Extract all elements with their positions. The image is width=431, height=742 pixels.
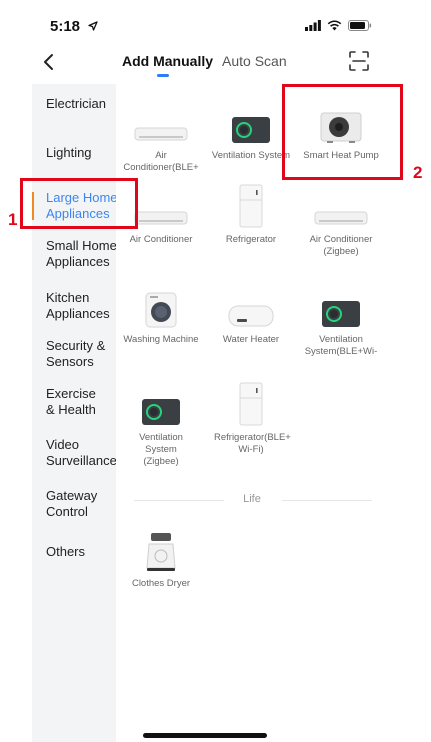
device-label: Clothes Dryer	[131, 578, 191, 589]
device-label: Ventilation System(BLE+Wi-	[304, 334, 378, 357]
device-refrigerator-ble-wifi[interactable]: Refrigerator(BLE+ Wi-Fi)	[206, 382, 296, 456]
status-bar: 5:18	[32, 0, 390, 44]
device-label: Air Conditioner(BLE+	[123, 150, 199, 173]
section-label-life: Life	[243, 493, 261, 505]
sidebar-item-security-sensors[interactable]: Security & Sensors	[32, 338, 116, 370]
wifi-icon	[327, 20, 342, 31]
status-time: 5:18	[50, 18, 81, 35]
water-heater-icon	[228, 305, 274, 327]
device-label: Ventilation System (Zigbee)	[139, 432, 183, 467]
cellular-signal-icon	[305, 20, 321, 31]
device-label: Refrigerator	[225, 234, 277, 245]
active-tab-indicator	[157, 74, 169, 77]
device-label: Air Conditioner (Zigbee)	[309, 234, 373, 257]
ventilation-icon	[232, 117, 270, 143]
device-air-conditioner-ble[interactable]: Air Conditioner(BLE+	[116, 100, 206, 174]
refrigerator-icon	[239, 184, 263, 228]
back-chevron-icon[interactable]	[38, 50, 62, 74]
sidebar-item-exercise-health[interactable]: Exercise & Health	[32, 386, 116, 418]
sidebar-item-kitchen-appliances[interactable]: Kitchen Appliances	[32, 290, 116, 322]
sidebar-item-electrician[interactable]: Electrician	[32, 96, 116, 112]
device-grid: Air Conditioner(BLE+ Ventilation System …	[116, 84, 390, 742]
sidebar-item-label: Exercise & Health	[46, 386, 96, 417]
ventilation-icon	[322, 301, 360, 327]
location-arrow-icon	[88, 21, 98, 31]
section-divider-right	[282, 500, 372, 501]
sidebar-item-label: Video Surveillance	[46, 437, 117, 468]
ac-unit-icon	[134, 127, 188, 141]
section-divider-left	[134, 500, 224, 501]
sidebar-item-label: Kitchen Appliances	[46, 290, 110, 321]
device-clothes-dryer[interactable]: Clothes Dryer	[116, 528, 206, 590]
device-washing-machine[interactable]: Washing Machine	[116, 284, 206, 346]
battery-icon	[348, 20, 372, 31]
home-indicator	[143, 733, 267, 738]
status-icons	[305, 20, 372, 31]
sidebar-item-small-home-appliances[interactable]: Small Home Appliances	[32, 238, 117, 270]
refrigerator-icon	[239, 382, 263, 426]
device-air-conditioner-zigbee[interactable]: Air Conditioner (Zigbee)	[296, 184, 386, 258]
tab-add-manually[interactable]: Add Manually	[122, 53, 213, 69]
ac-unit-icon	[314, 211, 368, 225]
tab-auto-scan[interactable]: Auto Scan	[222, 53, 287, 69]
sidebar-item-label: Small Home Appliances	[46, 238, 117, 269]
sidebar-item-label: Gateway Control	[46, 488, 98, 519]
device-ventilation-system-ble-wifi[interactable]: Ventilation System(BLE+Wi-	[296, 284, 386, 358]
device-ventilation-system-zigbee[interactable]: Ventilation System (Zigbee)	[116, 382, 206, 468]
scan-code-icon[interactable]	[348, 50, 370, 72]
sidebar-item-others[interactable]: Others	[32, 544, 116, 560]
device-water-heater[interactable]: Water Heater	[206, 284, 296, 346]
annotation-box-1	[20, 178, 138, 229]
sidebar-item-label: Security & Sensors	[46, 338, 106, 369]
ac-unit-icon	[134, 211, 188, 225]
annotation-box-2	[282, 84, 403, 180]
annotation-number-2: 2	[413, 163, 423, 182]
sidebar-item-gateway-control[interactable]: Gateway Control	[32, 488, 116, 520]
sidebar-item-video-surveillance[interactable]: Video Surveillance	[32, 437, 117, 469]
clothes-dryer-icon	[146, 533, 176, 571]
device-label: Air Conditioner	[129, 234, 193, 245]
device-label: Water Heater	[222, 334, 280, 345]
device-label: Refrigerator(BLE+ Wi-Fi)	[214, 432, 291, 455]
annotation-number-1: 1	[8, 210, 18, 229]
device-label: Washing Machine	[123, 334, 199, 345]
top-navigation: Add Manually Auto Scan	[32, 44, 390, 84]
washing-machine-icon	[145, 292, 177, 328]
sidebar-item-lighting[interactable]: Lighting	[32, 145, 116, 161]
device-refrigerator[interactable]: Refrigerator	[206, 184, 296, 246]
ventilation-icon	[142, 399, 180, 425]
